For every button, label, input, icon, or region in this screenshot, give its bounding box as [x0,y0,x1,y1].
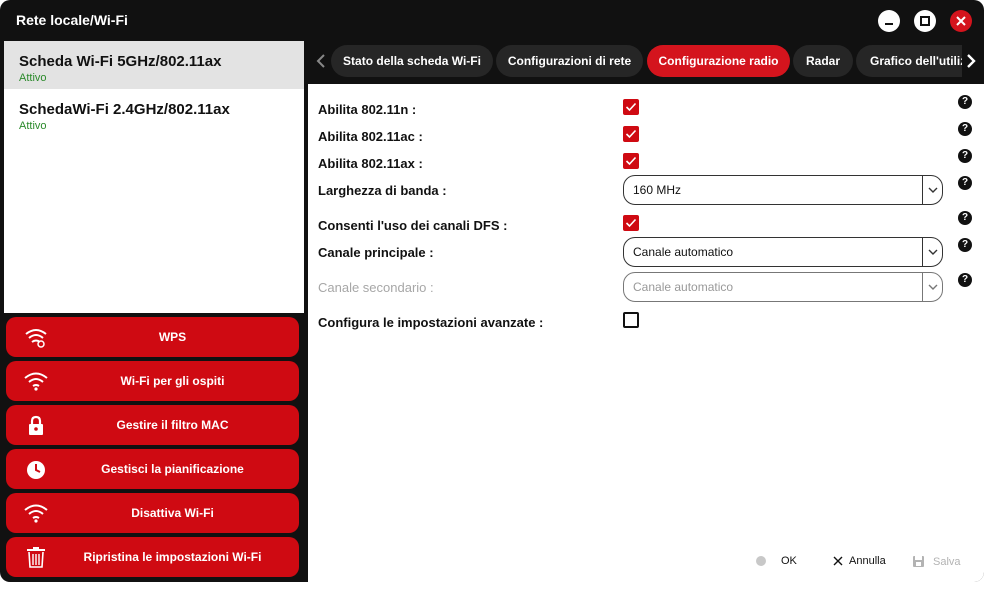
tab-usage-chart[interactable]: Grafico dell'utiliz [856,45,962,77]
tab-adapter-status[interactable]: Stato della scheda Wi-Fi [331,45,493,77]
ok-button[interactable]: OK [755,555,797,567]
close-button[interactable] [950,10,972,32]
help-icon[interactable]: ? [958,211,972,225]
minimize-button[interactable] [878,10,900,32]
adapter-name: SchedaWi-Fi 2.4GHz/802.11ax [19,101,230,118]
adapter-name: Scheda Wi-Fi 5GHz/802.11ax [19,53,222,70]
help-icon[interactable]: ? [958,238,972,252]
wifi-icon [24,504,48,523]
tab-bar: Stato della scheda Wi-Fi Configurazioni … [308,41,984,83]
dfs-checkbox[interactable] [623,215,639,231]
chevron-right-icon[interactable] [964,51,978,71]
disable-wifi-button[interactable]: Disattiva Wi-Fi [6,493,299,533]
adapter-list: Scheda Wi-Fi 5GHz/802.11ax Attivo Scheda… [4,41,304,313]
check-icon [625,102,637,112]
wps-button[interactable]: WPS [6,317,299,357]
close-icon [956,16,966,26]
cancel-button[interactable]: Annulla [832,555,886,567]
adapter-item-5ghz[interactable]: Scheda Wi-Fi 5GHz/802.11ax Attivo [4,41,304,89]
reset-wifi-button[interactable]: Ripristina le impostazioni Wi-Fi [6,537,299,577]
primary-channel-value: Canale automatico [633,245,734,259]
guest-wifi-button[interactable]: Wi-Fi per gli ospiti [6,361,299,401]
check-circle-icon [756,556,766,566]
wifi-icon [24,372,48,391]
primary-channel-select[interactable]: Canale automatico [623,237,943,267]
adapter-status: Attivo [19,72,47,84]
enable-11n-checkbox[interactable] [623,99,639,115]
minimize-icon [885,23,893,25]
primary-channel-label: Canale principale : [318,245,434,260]
check-icon [625,218,637,228]
dfs-label: Consenti l'uso dei canali DFS : [318,218,508,233]
help-icon[interactable]: ? [958,149,972,163]
help-icon[interactable]: ? [958,176,972,190]
maximize-button[interactable] [914,10,936,32]
enable-11ac-checkbox[interactable] [623,126,639,142]
enable-11ax-checkbox[interactable] [623,153,639,169]
tab-radio-config[interactable]: Configurazione radio [647,45,790,77]
secondary-channel-value: Canale automatico [633,280,734,294]
chevron-down-icon [928,249,938,255]
mac-filter-button[interactable]: Gestire il filtro MAC [6,405,299,445]
schedule-button[interactable]: Gestisci la pianificazione [6,449,299,489]
chevron-down-icon [928,187,938,193]
check-icon [625,129,637,139]
secondary-channel-label: Canale secondario : [318,280,434,295]
wps-wifi-icon [25,329,47,348]
cancel-label: Annulla [849,555,886,567]
enable-11ac-label: Abilita 802.11ac : [318,129,423,144]
action-label: Gestire il filtro MAC [116,418,229,432]
clock-icon [27,461,45,479]
tab-network-config[interactable]: Configurazioni di rete [496,45,643,77]
bandwidth-select[interactable]: 160 MHz [623,175,943,205]
adapter-item-24ghz[interactable]: SchedaWi-Fi 2.4GHz/802.11ax Attivo [4,89,304,137]
title-bar: Rete locale/Wi-Fi [0,0,984,40]
secondary-channel-select: Canale automatico [623,272,943,302]
action-label: Ripristina le impostazioni Wi-Fi [83,550,262,564]
advanced-settings-label: Configura le impostazioni avanzate : [318,315,544,330]
tab-radar[interactable]: Radar [793,45,853,77]
help-icon[interactable]: ? [958,273,972,287]
app-window: Rete locale/Wi-Fi Scheda Wi-Fi 5GHz/802.… [0,0,984,582]
help-icon[interactable]: ? [958,122,972,136]
close-icon [833,556,843,566]
maximize-icon [920,16,930,26]
adapter-status: Attivo [19,120,47,132]
action-label: WPS [158,330,187,344]
save-label: Salva [933,555,961,568]
window-title: Rete locale/Wi-Fi [16,12,128,28]
check-icon [625,156,637,166]
bandwidth-label: Larghezza di banda : [318,183,447,198]
enable-11n-label: Abilita 802.11n : [318,102,417,117]
bandwidth-value: 160 MHz [633,183,682,197]
save-icon [913,556,924,567]
trash-icon [27,547,45,568]
radio-config-panel: Abilita 802.11n : ? Abilita 802.11ac : ?… [308,84,984,582]
action-label: Disattiva Wi-Fi [131,506,214,520]
chevron-down-icon [928,284,938,290]
enable-11ax-label: Abilita 802.11ax : [318,156,423,171]
save-button[interactable]: Salva [912,555,961,568]
advanced-settings-checkbox[interactable] [623,312,639,328]
ok-label: OK [781,555,797,567]
action-label: Wi-Fi per gli ospiti [120,374,225,388]
help-icon[interactable]: ? [958,95,972,109]
lock-icon [29,415,43,435]
action-label: Gestisci la pianificazione [101,462,244,476]
chevron-left-icon[interactable] [314,51,328,71]
